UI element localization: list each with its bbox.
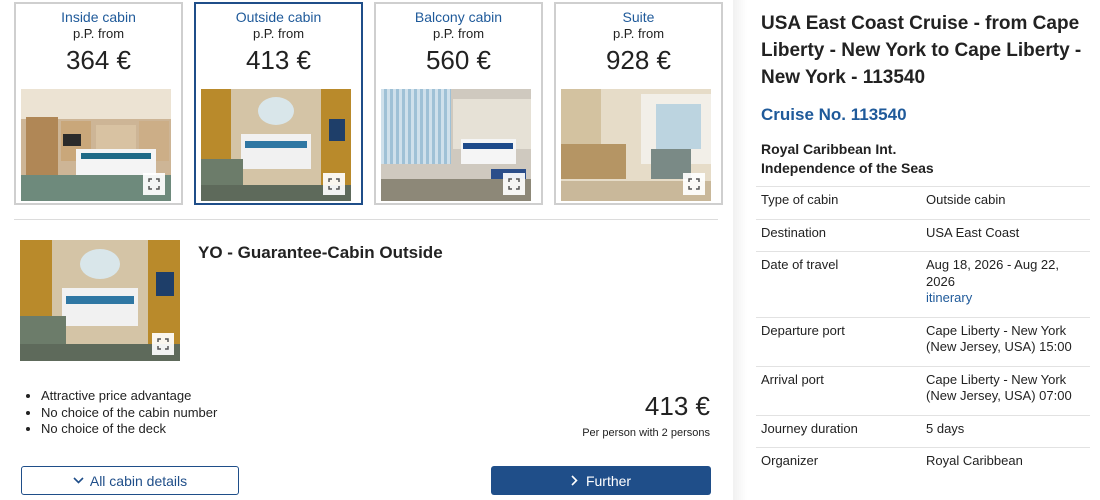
- info-value: Royal Caribbean: [926, 453, 1023, 468]
- info-row-destination: Destination USA East Coast: [756, 218, 1090, 252]
- cabin-selection-panel: Inside cabin p.P. from 364 € Outside cab…: [0, 0, 730, 500]
- cabin-name: Suite: [622, 9, 655, 25]
- feature-item: No choice of the deck: [41, 421, 217, 438]
- expand-icon[interactable]: [152, 333, 174, 355]
- cabin-photo: [21, 89, 171, 201]
- info-value-group: Aug 18, 2026 - Aug 22, 2026 itinerary: [926, 257, 1090, 307]
- expand-icon[interactable]: [323, 173, 345, 195]
- itinerary-link[interactable]: itinerary: [926, 290, 1090, 307]
- cabin-from-label: p.P. from: [72, 26, 125, 41]
- chevron-down-icon: [73, 477, 84, 484]
- info-row-organizer: Organizer Royal Caribbean: [756, 447, 1090, 480]
- info-label: Journey duration: [761, 420, 858, 436]
- cabin-from-label: p.P. from: [252, 26, 305, 41]
- expand-icon[interactable]: [683, 173, 705, 195]
- cruise-title: USA East Coast Cruise - from Cape Libert…: [761, 13, 1082, 88]
- cruise-number: Cruise No. 113540: [761, 105, 907, 124]
- cruise-info-table: Type of cabin Outside cabin Destination …: [756, 186, 1090, 480]
- info-value: USA East Coast: [926, 224, 1020, 240]
- cabin-price: 364 €: [65, 45, 132, 75]
- info-value: Outside cabin: [926, 192, 1006, 207]
- cabin-photo: [201, 89, 351, 201]
- cabin-price: 560 €: [425, 45, 492, 75]
- selected-cabin-title: YO - Guarantee-Cabin Outside: [198, 243, 443, 262]
- cruise-line: Royal Caribbean Int.: [761, 141, 897, 157]
- info-row-arrival: Arrival port Cape Liberty - New York (Ne…: [756, 365, 1090, 415]
- info-label: Departure port: [761, 322, 845, 338]
- info-row-duration: Journey duration 5 days: [756, 414, 1090, 448]
- cabin-from-label: p.P. from: [432, 26, 485, 41]
- further-button[interactable]: Further: [491, 466, 711, 495]
- cabin-name: Balcony cabin: [414, 9, 503, 25]
- info-label: Arrival port: [761, 371, 824, 387]
- info-label: Destination: [761, 224, 827, 240]
- feature-item: No choice of the cabin number: [41, 405, 217, 422]
- cabin-card-balcony[interactable]: Balcony cabin p.P. from 560 €: [374, 2, 543, 205]
- chevron-right-icon: [571, 475, 578, 486]
- info-label: Date of travel: [761, 257, 839, 272]
- cabin-price: 928 €: [605, 45, 672, 75]
- cabin-photo: [381, 89, 531, 201]
- column-divider: [733, 0, 747, 500]
- expand-icon[interactable]: [503, 173, 525, 195]
- selected-cabin-price: 413 €: [644, 391, 710, 421]
- all-cabin-details-label: All cabin details: [89, 472, 188, 489]
- cabin-from-label: p.P. from: [612, 26, 665, 41]
- cabin-card-inside[interactable]: Inside cabin p.P. from 364 €: [14, 2, 183, 205]
- cabin-card-suite[interactable]: Suite p.P. from 928 €: [554, 2, 723, 205]
- info-row-date: Date of travel Aug 18, 2026 - Aug 22, 20…: [756, 251, 1090, 317]
- ship-name: Independence of the Seas: [761, 160, 934, 176]
- all-cabin-details-button[interactable]: All cabin details: [21, 466, 239, 495]
- cabin-name: Outside cabin: [235, 9, 322, 25]
- cabin-card-outside[interactable]: Outside cabin p.P. from 413 €: [194, 2, 363, 205]
- info-value: Cape Liberty - New York (New Jersey, USA…: [926, 322, 1072, 355]
- selected-cabin-photo: [20, 240, 180, 361]
- price-note: Per person with 2 persons: [582, 427, 710, 439]
- info-label: Type of cabin: [761, 192, 839, 207]
- expand-icon[interactable]: [143, 173, 165, 195]
- further-label: Further: [585, 472, 632, 489]
- cabin-name: Inside cabin: [61, 9, 136, 25]
- cabin-price: 413 €: [245, 45, 312, 75]
- info-row-cabin-type: Type of cabin Outside cabin: [756, 186, 1090, 219]
- section-divider: [14, 219, 718, 220]
- info-label: Organizer: [761, 453, 819, 468]
- info-row-departure: Departure port Cape Liberty - New York (…: [756, 316, 1090, 366]
- info-value: Aug 18, 2026 - Aug 22, 2026: [926, 257, 1059, 289]
- info-value: 5 days: [926, 420, 965, 436]
- cruise-summary-panel: USA East Coast Cruise - from Cape Libert…: [747, 0, 1100, 500]
- info-value: Cape Liberty - New York (New Jersey, USA…: [926, 371, 1072, 404]
- cruise-line-ship: Royal Caribbean Int. Independence of the…: [761, 140, 1091, 178]
- feature-item: Attractive price advantage: [41, 388, 217, 405]
- cabin-photo: [561, 89, 711, 201]
- cabin-feature-list: Attractive price advantage No choice of …: [41, 388, 217, 438]
